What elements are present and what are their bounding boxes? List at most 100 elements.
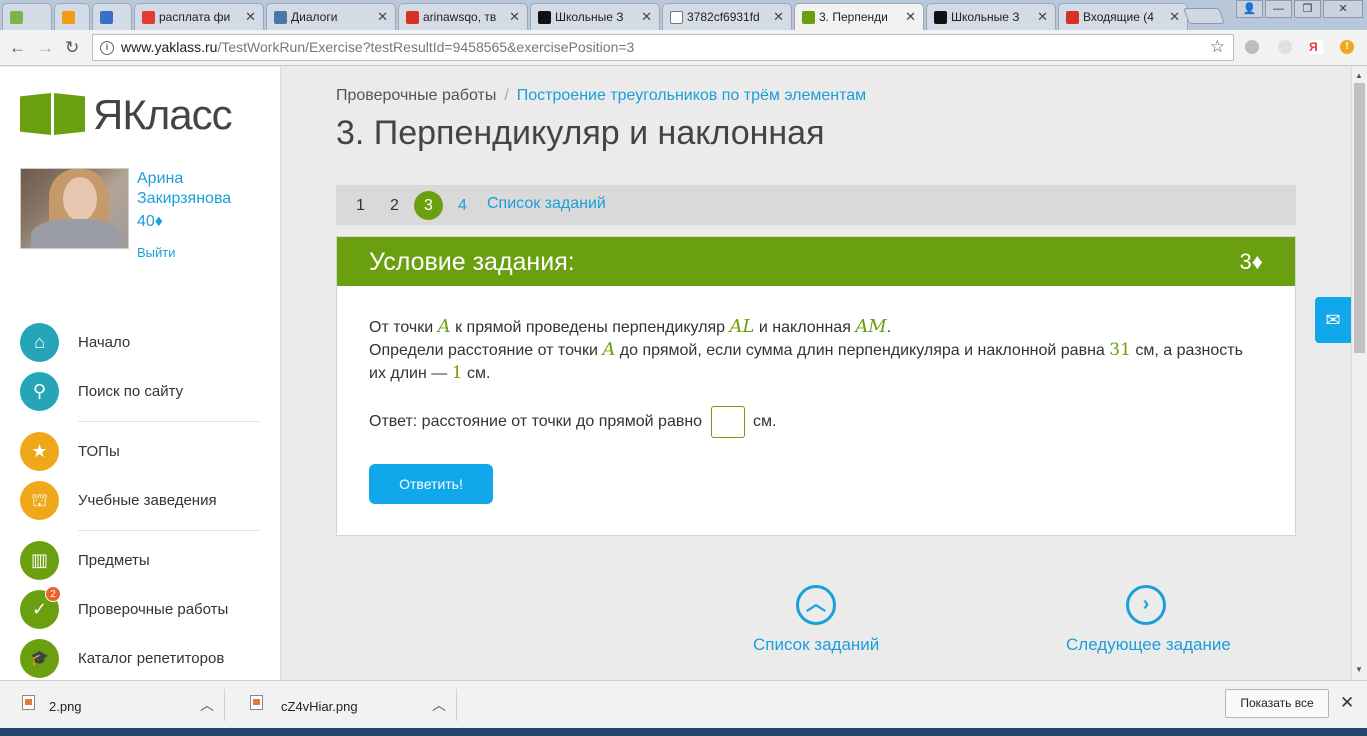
graduation-cap-icon: 🎓 (20, 639, 59, 678)
scrollbar-thumb[interactable] (1354, 83, 1365, 353)
tab-close-icon[interactable]: ✕ (377, 9, 388, 25)
submit-answer-button[interactable]: Ответить! (369, 464, 493, 504)
browser-tab[interactable]: 3782cf6931fd ✕ (662, 3, 792, 30)
sidebar: ЯКласс Арина Закирзянова 40♦ Выйти ⌂ Нач… (0, 67, 280, 680)
breadcrumb: Проверочные работы / Построение треугольни… (336, 87, 866, 105)
yaklass-logo[interactable]: ЯКласс (20, 91, 260, 141)
sidebar-item-subjects[interactable]: ▥ Предметы (20, 541, 260, 581)
tab-close-icon[interactable]: ✕ (905, 9, 916, 25)
chevron-right-icon: › (1126, 585, 1166, 625)
extension-icon[interactable] (1278, 40, 1292, 54)
new-tab-button[interactable] (1183, 8, 1225, 24)
chevron-up-icon[interactable]: ︿ (432, 695, 446, 715)
browser-tab[interactable] (92, 3, 132, 30)
forward-arrow-icon[interactable]: → (37, 38, 54, 58)
browser-tab[interactable]: расплата фи ✕ (134, 3, 264, 30)
minimize-button[interactable]: — (1265, 0, 1292, 18)
chevron-up-icon[interactable]: ︿ (200, 695, 214, 715)
divider (78, 421, 260, 422)
answer-input[interactable] (710, 406, 745, 438)
sidebar-item-home[interactable]: ⌂ Начало (20, 323, 260, 363)
tab-close-icon[interactable]: ✕ (773, 9, 784, 25)
scroll-up-arrow-icon[interactable]: ▲ (1355, 71, 1363, 80)
chevron-up-icon: ︿ (796, 585, 836, 625)
browser-tab[interactable]: Диалоги ✕ (266, 3, 396, 30)
bookmark-star-icon[interactable]: ☆ (1210, 37, 1225, 57)
url-host: www.yaklass.ru (121, 39, 218, 55)
sidebar-item-tests[interactable]: ✓ 2 Проверочные работы (20, 586, 260, 630)
restore-button[interactable]: ❐ (1294, 0, 1321, 18)
back-arrow-icon[interactable]: ← (9, 38, 26, 58)
task-list-link[interactable]: Список заданий (487, 195, 606, 213)
alert-icon[interactable]: ! (1340, 40, 1354, 54)
tab-close-icon[interactable]: ✕ (1037, 9, 1048, 25)
browser-tab[interactable]: Школьные З ✕ (926, 3, 1056, 30)
sidebar-item-tops[interactable]: ★ ТОПы (20, 432, 260, 472)
reload-icon[interactable]: ↻ (65, 38, 79, 58)
page-scrollbar[interactable]: ▲ ▼ (1351, 67, 1367, 680)
next-task-nav-label: Следующее задание (1066, 635, 1231, 654)
sidebar-item-tutors[interactable]: 🎓 Каталог репетиторов (20, 639, 260, 679)
avatar[interactable] (20, 168, 129, 249)
tab-close-icon[interactable]: ✕ (245, 9, 256, 25)
image-file-icon (250, 695, 263, 710)
exercise-pager: 1 2 3 4 Список заданий (336, 185, 1296, 225)
yaklass-icon (802, 11, 815, 24)
user-name[interactable]: Арина Закирзянова (137, 169, 267, 209)
math-number: 31 (1109, 340, 1131, 360)
task-list-nav[interactable]: ︿ Список заданий (753, 585, 879, 655)
mail-feedback-icon[interactable]: ✉ (1315, 297, 1351, 343)
math-number: 1 (451, 363, 463, 383)
download-item[interactable]: cZ4vHiar.png ︿ (232, 689, 457, 721)
answer-unit: см. (752, 413, 777, 431)
task-points: 3♦ (1239, 249, 1263, 274)
page-2-link[interactable]: 2 (380, 191, 409, 220)
notification-badge: 2 (45, 586, 61, 602)
os-taskbar (0, 728, 1367, 736)
address-bar[interactable]: i www.yaklass.ru/TestWorkRun/Exercise?te… (92, 34, 1234, 61)
image-file-icon (22, 695, 35, 710)
page-3-current[interactable]: 3 (414, 191, 443, 220)
page-info-icon[interactable]: i (100, 41, 114, 55)
window-close-button[interactable]: ✕ (1323, 0, 1363, 18)
browser-tab[interactable] (2, 3, 52, 30)
scroll-down-arrow-icon[interactable]: ▼ (1355, 665, 1363, 674)
tab-close-icon[interactable]: ✕ (1169, 9, 1180, 25)
url-path: /TestWorkRun/Exercise?testResultId=94585… (217, 39, 635, 55)
profile-icon[interactable]: 👤 (1236, 0, 1263, 18)
answer-label: Ответ: расстояние от точки до прямой рав… (369, 413, 703, 431)
tab-close-icon[interactable]: ✕ (641, 9, 652, 25)
breadcrumb-root[interactable]: Проверочные работы (336, 87, 496, 104)
browser-tab[interactable] (54, 3, 90, 30)
download-item[interactable]: 2.png ︿ (0, 689, 225, 721)
vk-icon (274, 11, 287, 24)
next-task-nav[interactable]: › Следующее задание (1066, 585, 1231, 655)
logout-link[interactable]: Выйти (137, 245, 176, 260)
math-variable: A (437, 316, 451, 337)
page-1-link[interactable]: 1 (346, 191, 375, 220)
divider (78, 530, 260, 531)
math-variable: AM (855, 316, 887, 337)
page-4-link[interactable]: 4 (448, 191, 477, 220)
browser-tab-strip: расплата фи ✕ Диалоги ✕ arinawsqo, тв ✕ … (0, 0, 1367, 31)
star-icon: ★ (20, 432, 59, 471)
yandex-extension-icon[interactable]: Я (1309, 40, 1323, 54)
browser-tab-active[interactable]: 3. Перпенди ✕ (794, 3, 924, 31)
tab-close-icon[interactable]: ✕ (509, 9, 520, 25)
math-variable: AL (729, 316, 755, 337)
show-all-downloads-button[interactable]: Показать все (1225, 689, 1329, 718)
book-logo-icon (20, 93, 86, 137)
browser-tab[interactable]: Входящие (4 ✕ (1058, 3, 1188, 30)
close-downloads-icon[interactable]: ✕ (1340, 693, 1354, 713)
extension-icon[interactable] (1245, 40, 1259, 54)
task-condition-title: Условие задания: (369, 248, 575, 276)
book-icon: ▥ (20, 541, 59, 580)
browser-tab[interactable]: Школьные З ✕ (530, 3, 660, 30)
sidebar-item-institutions[interactable]: ⛫ Учебные заведения (20, 481, 260, 521)
user-coins[interactable]: 40♦ (137, 213, 163, 231)
sidebar-item-search[interactable]: ⚲ Поиск по сайту (20, 372, 260, 412)
task-text: От точки A к прямой проведены перпендику… (369, 316, 1243, 383)
browser-tab[interactable]: arinawsqo, тв ✕ (398, 3, 528, 30)
breadcrumb-current[interactable]: Построение треугольников по трём элемент… (517, 87, 866, 104)
task-card: Условие задания: 3♦ От точки A к прямой … (336, 236, 1296, 536)
